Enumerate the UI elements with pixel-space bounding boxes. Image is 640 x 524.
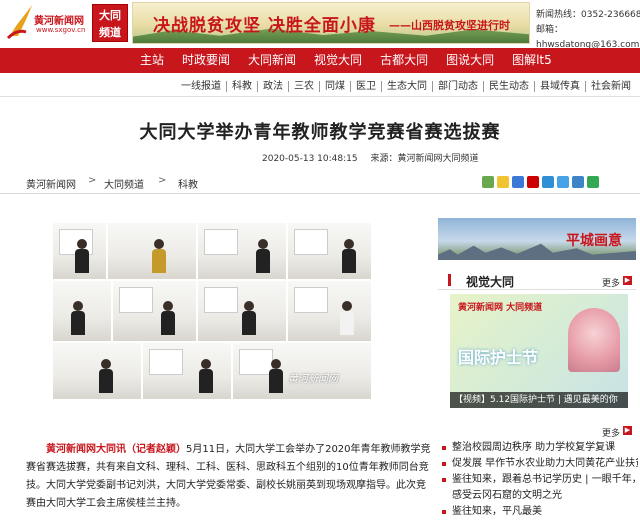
feature-flower-image: [568, 308, 620, 372]
visual-feature-card[interactable]: 黄河新闻网 大同频道 国际护士节 【视频】5.12国际护士节 | 遇见最美的你: [450, 294, 628, 408]
photo-tile: [197, 222, 287, 280]
feature-headline: 国际护士节: [458, 348, 539, 367]
main-nav: 主站 时政要闻 大同新闻 视觉大同 古都大同 图说大同 图解lt5: [0, 48, 640, 73]
subnav-item-agriculture[interactable]: 三农: [288, 81, 319, 92]
subnav-item-departments[interactable]: 部门动态: [432, 81, 483, 92]
subnav-item-society[interactable]: 社会新闻: [585, 81, 636, 92]
more-arrow-icon[interactable]: ▶: [623, 276, 632, 285]
subnav-item-livelihood[interactable]: 民生动态: [483, 81, 534, 92]
photo-tile: [142, 342, 232, 400]
news-item-text: 鉴往知来，平凡最美: [452, 506, 542, 517]
photo-tile: [52, 222, 107, 280]
photo-tile: [112, 280, 197, 342]
news-hotline: 新闻热线：0352-2366688: [536, 10, 640, 20]
article-title: 大同大学举办青年教师教学竞赛省赛选拔赛: [139, 122, 501, 143]
list-item[interactable]: 整治校园周边秩序 助力学校复学复课: [438, 440, 638, 456]
breadcrumb-separator: >: [88, 175, 97, 186]
banner-subtitle: ——山西脱贫攻坚进行时: [389, 19, 510, 32]
nav-item-ancient-capital[interactable]: 古都大同: [371, 48, 437, 73]
visual-section-header: 视觉大同 更多 ▶: [438, 270, 636, 290]
article-body: 黄河新闻网大同讯（记者赵颖）5月11日，大同大学工会举办了2020年青年教师教学…: [26, 441, 434, 513]
site-logo[interactable]: 黄河新闻网 www.sxgov.cn: [6, 2, 92, 42]
photo-watermark: 黄河新闻网: [288, 374, 338, 385]
photo-tile: [287, 222, 372, 280]
photo-tile: [52, 342, 142, 400]
nav-item-politics[interactable]: 时政要闻: [173, 48, 239, 73]
channel-badge-line-1: 大同: [99, 9, 121, 22]
share-wechat-icon[interactable]: [587, 176, 599, 188]
share-star-icon[interactable]: [497, 176, 509, 188]
visual-more-link[interactable]: 更多: [602, 276, 620, 289]
feature-caption[interactable]: 【视频】5.12国际护士节 | 遇见最美的你: [450, 392, 628, 408]
bullet-icon: [442, 510, 446, 514]
share-plus-icon[interactable]: [482, 176, 494, 188]
breadcrumb-item-channel[interactable]: 大同频道: [104, 176, 144, 191]
news-item-text: 促发展 早作节水农业助力大同黄花产业扶贫: [452, 458, 638, 469]
sub-nav: 一线报道 科教 政法 三农 同煤 医卫 生态大同 部门动态 民生动态 县域传真 …: [0, 77, 640, 97]
share-weibo-icon[interactable]: [527, 176, 539, 188]
nav-item-datong-news[interactable]: 大同新闻: [239, 48, 305, 73]
news-list: 整治校园周边秩序 助力学校复学复课 促发展 早作节水农业助力大同黄花产业扶贫 鉴…: [438, 440, 638, 520]
share-qzone-icon[interactable]: [512, 176, 524, 188]
photo-tile: [197, 280, 287, 342]
subnav-item-county[interactable]: 县域传真: [534, 81, 585, 92]
logo-name: 黄河新闻网: [34, 16, 84, 27]
article-meta: 2020-05-13 10:48:15 来源：黄河新闻网大同频道: [262, 151, 488, 164]
share-tencent-icon[interactable]: [542, 176, 554, 188]
nav-item-pictures[interactable]: 图说大同: [437, 48, 503, 73]
contact-info: 新闻热线：0352-2366688 邮箱： hhwsdatong@163.com: [536, 8, 640, 53]
photo-tile: [52, 280, 112, 342]
news-item-text: 鉴往知来，跟着总书记学历史 | 一眼千年，: [452, 474, 638, 485]
news-section-header: 更多 ▶: [438, 420, 636, 440]
share-renren-icon[interactable]: [572, 176, 584, 188]
nav-item-infographics[interactable]: 图解lt5: [503, 48, 561, 73]
breadcrumb-item-category[interactable]: 科教: [178, 176, 198, 191]
article-date: 2020-05-13 10:48:15: [262, 154, 358, 164]
feature-brand: 黄河新闻网 大同频道: [458, 303, 543, 313]
list-item[interactable]: 鉴往知来，跟着总书记学历史 | 一眼千年，: [438, 472, 638, 488]
nav-item-home[interactable]: 主站: [0, 48, 173, 73]
section-marker: [448, 274, 451, 286]
news-item-text: 整治校园周边秩序 助力学校复学复课: [452, 442, 616, 453]
right-ad-banner[interactable]: 平城画意: [438, 218, 636, 260]
logo-mark-icon: [6, 5, 32, 40]
photo-tile: [107, 222, 197, 280]
list-item-continuation[interactable]: 感受云冈石窟的文明之光: [438, 488, 638, 504]
breadcrumb-separator: >: [158, 175, 167, 186]
photo-tile: [287, 280, 372, 342]
article-lead: 黄河新闻网大同讯（记者赵颖）: [46, 444, 186, 455]
bullet-icon: [442, 446, 446, 450]
bullet-icon: [442, 478, 446, 482]
share-qq-icon[interactable]: [557, 176, 569, 188]
site-header: 黄河新闻网 www.sxgov.cn 大同 频道 决战脱贫攻坚 决胜全面小康 —…: [0, 0, 640, 50]
ad-text: 平城画意: [566, 233, 622, 249]
breadcrumb-item-home[interactable]: 黄河新闻网: [26, 176, 76, 191]
subnav-item-law[interactable]: 政法: [257, 81, 288, 92]
share-bar: [482, 176, 599, 188]
list-item[interactable]: 促发展 早作节水农业助力大同黄花产业扶贫: [438, 456, 638, 472]
banner-slogan: 决战脱贫攻坚 决胜全面小康: [153, 16, 376, 36]
subnav-item-ecology[interactable]: 生态大同: [381, 81, 432, 92]
subnav-item-health[interactable]: 医卫: [350, 81, 381, 92]
nav-item-visual[interactable]: 视觉大同: [305, 48, 371, 73]
channel-badge-line-2: 频道: [99, 26, 121, 39]
subnav-item-frontline[interactable]: 一线报道: [176, 81, 226, 92]
subnav-item-education[interactable]: 科教: [226, 81, 257, 92]
subnav-item-coal[interactable]: 同煤: [319, 81, 350, 92]
email-label: 邮箱：: [536, 25, 564, 35]
article-photo[interactable]: 黄河新闻网: [52, 222, 372, 400]
visual-section-title[interactable]: 视觉大同: [466, 273, 514, 290]
logo-url: www.sxgov.cn: [36, 26, 86, 34]
article-source: 来源：黄河新闻网大同频道: [370, 154, 479, 164]
more-arrow-icon[interactable]: ▶: [623, 426, 632, 435]
breadcrumb: 黄河新闻网 > 大同频道 > 科教: [0, 170, 640, 194]
news-more-link[interactable]: 更多: [602, 426, 620, 439]
list-item[interactable]: 鉴往知来，平凡最美: [438, 504, 638, 520]
channel-badge[interactable]: 大同 频道: [92, 4, 128, 42]
header-banner[interactable]: 决战脱贫攻坚 决胜全面小康 ——山西脱贫攻坚进行时: [132, 2, 530, 44]
bullet-icon: [442, 462, 446, 466]
